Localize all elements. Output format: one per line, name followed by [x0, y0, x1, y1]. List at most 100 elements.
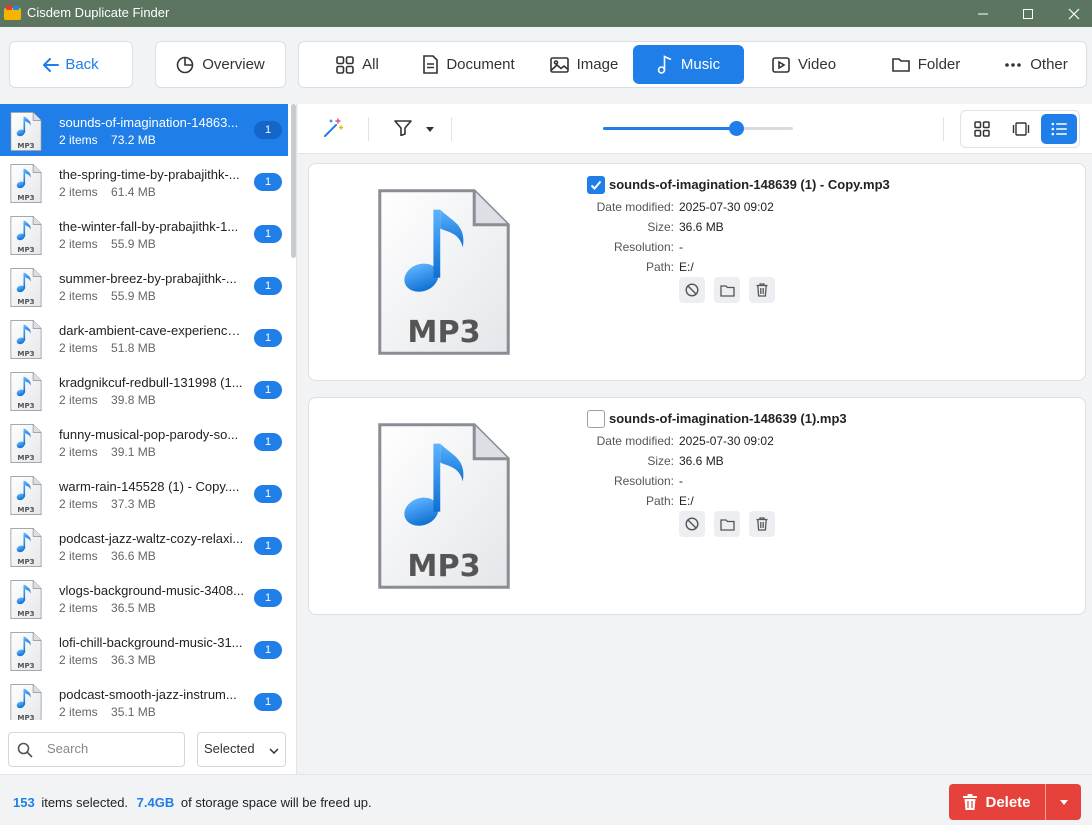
date-label: Date modified:: [596, 200, 674, 214]
list-item[interactable]: MP3 funny-musical-pop-parody-so... 2 ite…: [0, 416, 288, 468]
mp3-label: MP3: [17, 297, 34, 306]
resolution-value: -: [679, 240, 683, 254]
group-name: summer-breez-by-prabajithk-...: [59, 271, 237, 286]
delete-options-button[interactable]: [1046, 784, 1081, 820]
search-icon: [17, 742, 33, 758]
close-button[interactable]: [1051, 0, 1092, 27]
group-list[interactable]: MP3 sounds-of-imagination-14863... 2 ite…: [0, 104, 288, 720]
window-title: Cisdem Duplicate Finder: [27, 5, 170, 20]
overview-button[interactable]: Overview: [155, 41, 286, 88]
list-item[interactable]: MP3 podcast-jazz-waltz-cozy-relaxi... 2 …: [0, 520, 288, 572]
back-button[interactable]: Back: [9, 41, 133, 88]
delete-file-button[interactable]: [749, 511, 775, 537]
zoom-slider-fill: [603, 127, 736, 130]
chevron-down-icon: [269, 748, 279, 754]
list-item[interactable]: MP3 the-winter-fall-by-prabajithk-1... 2…: [0, 208, 288, 260]
filter-select[interactable]: Selected: [197, 732, 286, 767]
tab-video-label: Video: [797, 56, 837, 73]
group-meta: 2 items 36.5 MB: [59, 601, 156, 615]
ignore-button[interactable]: [679, 511, 705, 537]
group-meta: 2 items 35.1 MB: [59, 705, 156, 719]
mp3-file-icon: MP3: [10, 525, 42, 573]
delete-button[interactable]: Delete: [949, 784, 1045, 820]
mp3-file-icon: MP3: [10, 421, 42, 469]
zoom-slider[interactable]: [603, 121, 793, 136]
group-meta: 2 items 55.9 MB: [59, 237, 156, 251]
mp3-label: MP3: [17, 557, 34, 566]
tab-all[interactable]: All: [310, 45, 405, 84]
ignore-icon: [685, 283, 699, 297]
tab-document[interactable]: Document: [404, 45, 534, 84]
filter-button[interactable]: [394, 120, 436, 140]
file-checkbox[interactable]: [587, 176, 605, 194]
list-item[interactable]: MP3 dark-ambient-cave-experience... 2 it…: [0, 312, 288, 364]
preview-view-button[interactable]: [1003, 114, 1039, 144]
tab-other[interactable]: Other: [987, 45, 1085, 84]
tab-other-label: Other: [1030, 56, 1068, 73]
search-input[interactable]: [47, 741, 177, 756]
mp3-file-icon: MP3: [10, 473, 42, 521]
image-icon: [549, 56, 569, 73]
group-name: lofi-chill-background-music-31...: [59, 635, 243, 650]
auto-select-button[interactable]: [322, 117, 344, 142]
delete-file-button[interactable]: [749, 277, 775, 303]
file-name: sounds-of-imagination-148639 (1).mp3: [609, 411, 847, 426]
filter-icon: [394, 120, 412, 137]
tab-video[interactable]: Video: [754, 45, 854, 84]
file-thumbnail[interactable]: MP3: [376, 184, 512, 363]
group-meta: 2 items 61.4 MB: [59, 185, 156, 199]
duplicate-count-badge: 1: [254, 277, 282, 295]
group-meta: 2 items 36.6 MB: [59, 549, 156, 563]
list-view-button[interactable]: [1041, 114, 1077, 144]
selected-count: 153: [13, 795, 35, 810]
list-item[interactable]: MP3 vlogs-background-music-3408... 2 ite…: [0, 572, 288, 624]
mp3-file-icon: MP3: [10, 317, 42, 365]
mp3-label: MP3: [17, 609, 34, 618]
delete-button-group: Delete: [949, 784, 1081, 820]
mp3-label: MP3: [17, 713, 34, 720]
duplicate-count-badge: 1: [254, 121, 282, 139]
toolbar-divider: [451, 117, 452, 141]
list-item[interactable]: MP3 kradgnikcuf-redbull-131998 (1... 2 i…: [0, 364, 288, 416]
open-folder-button[interactable]: [714, 277, 740, 303]
mp3-label: MP3: [17, 661, 34, 670]
size-label: Size:: [647, 220, 674, 234]
path-label: Path:: [645, 260, 674, 274]
mp3-file-icon: MP3: [10, 164, 42, 203]
more-icon: [1005, 62, 1022, 67]
maximize-button[interactable]: [1005, 0, 1051, 27]
path-value: E:/: [679, 260, 694, 274]
group-name: vlogs-background-music-3408...: [59, 583, 244, 598]
duplicate-count-badge: 1: [254, 381, 282, 399]
date-label: Date modified:: [596, 434, 674, 448]
list-item[interactable]: MP3 warm-rain-145528 (1) - Copy.... 2 it…: [0, 468, 288, 520]
tab-image[interactable]: Image: [534, 45, 634, 84]
ignore-button[interactable]: [679, 277, 705, 303]
minimize-button[interactable]: [960, 0, 1006, 27]
size-value: 36.6 MB: [679, 220, 724, 234]
toolbar-divider: [368, 117, 369, 141]
grid-view-button[interactable]: [964, 114, 1000, 144]
file-card[interactable]: MP3 sounds-of-imagination-148639 (1).mp3…: [308, 397, 1086, 615]
duplicate-count-badge: 1: [254, 537, 282, 555]
list-item[interactable]: MP3 sounds-of-imagination-14863... 2 ite…: [0, 104, 288, 156]
zoom-slider-handle[interactable]: [729, 121, 744, 136]
open-folder-button[interactable]: [714, 511, 740, 537]
tab-folder-label: Folder: [917, 56, 961, 73]
tab-folder[interactable]: Folder: [871, 45, 981, 84]
tab-music-label: Music: [680, 56, 721, 73]
file-card[interactable]: MP3 sounds-of-imagination-148639 (1) - C…: [308, 163, 1086, 381]
list-item[interactable]: MP3 podcast-smooth-jazz-instrum... 2 ite…: [0, 676, 288, 720]
mp3-file-icon: MP3: [10, 369, 42, 417]
file-checkbox[interactable]: [587, 410, 605, 428]
sidebar-scrollbar[interactable]: [291, 104, 296, 258]
mp3-file-icon: MP3: [10, 112, 42, 151]
mp3-file-icon: MP3: [10, 161, 42, 209]
file-thumbnail[interactable]: MP3: [376, 418, 512, 597]
list-item[interactable]: MP3 summer-breez-by-prabajithk-... 2 ite…: [0, 260, 288, 312]
list-item[interactable]: MP3 lofi-chill-background-music-31... 2 …: [0, 624, 288, 676]
tab-music[interactable]: Music: [633, 45, 744, 84]
list-item[interactable]: MP3 the-spring-time-by-prabajithk-... 2 …: [0, 156, 288, 208]
pie-chart-icon: [176, 56, 194, 73]
search-box[interactable]: [8, 732, 185, 767]
